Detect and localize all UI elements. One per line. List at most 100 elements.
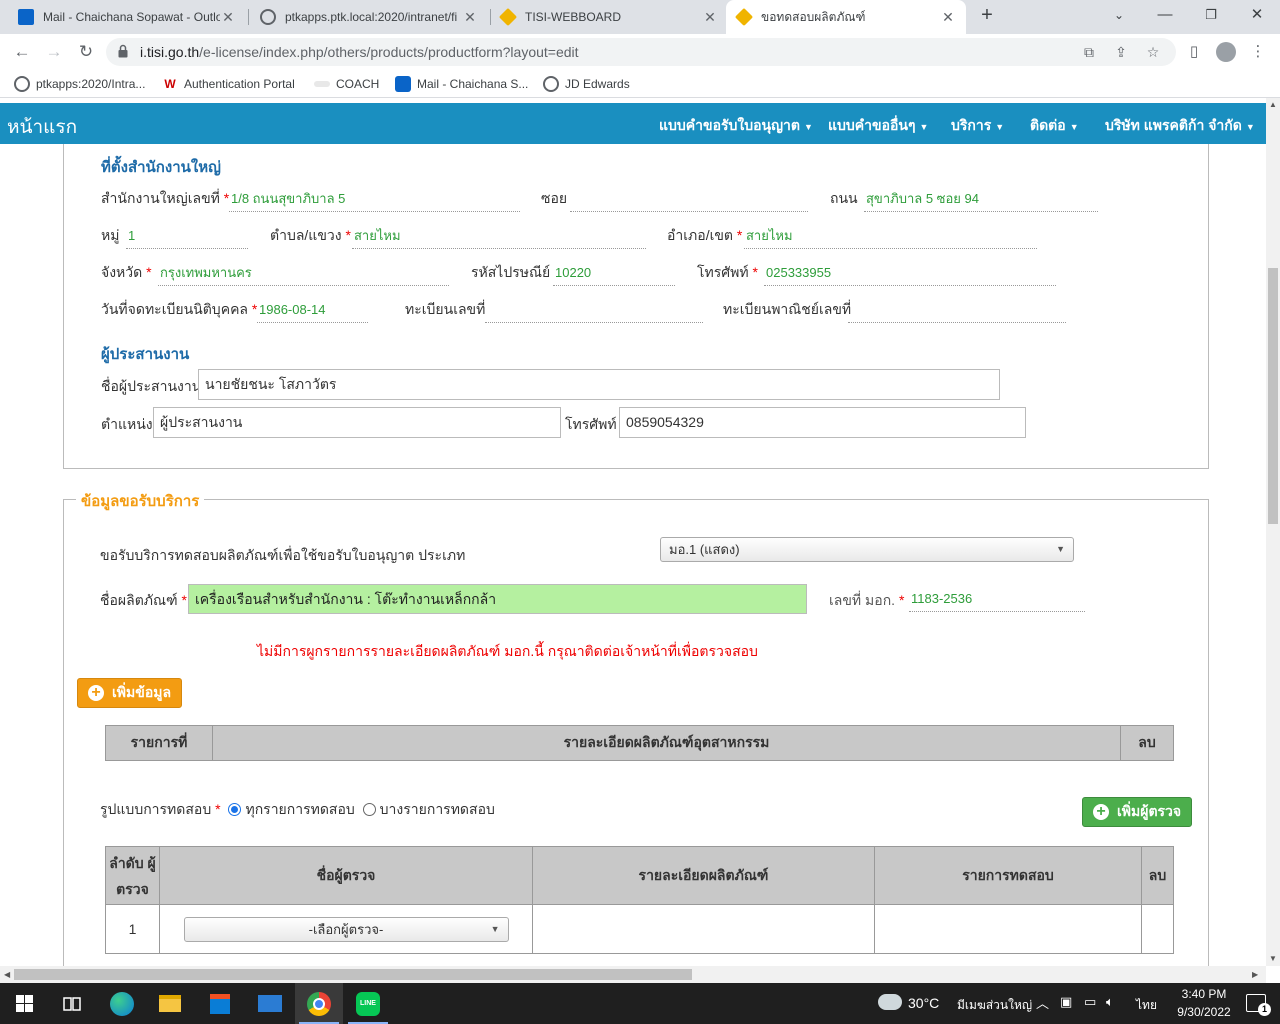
- tab-title: ptkapps.ptk.local:2020/intranet/fi: [285, 10, 458, 24]
- share-icon[interactable]: ⇪: [1112, 43, 1130, 61]
- tis-no-field[interactable]: 1183-2536: [909, 585, 1085, 612]
- tab-divider: [248, 9, 249, 25]
- horizontal-scroll-thumb[interactable]: [14, 969, 692, 980]
- close-tab-icon[interactable]: ✕: [940, 9, 956, 26]
- chrome-taskbar-button[interactable]: [295, 983, 343, 1024]
- minimize-button[interactable]: —: [1142, 0, 1188, 32]
- district-label: อำเภอ/เขต *: [667, 225, 742, 247]
- line-icon: LINE: [356, 991, 380, 1016]
- line-taskbar-button[interactable]: LINE: [344, 983, 392, 1024]
- row-number: 1: [105, 904, 160, 954]
- display-icon[interactable]: ▭: [1084, 994, 1096, 1010]
- vertical-scroll-thumb[interactable]: [1268, 268, 1278, 524]
- restore-button[interactable]: ❐: [1188, 0, 1234, 32]
- required-mark: *: [898, 592, 905, 608]
- weather-text[interactable]: มีเมฆส่วนใหญ่: [957, 996, 1032, 1015]
- province-field[interactable]: กรุงเทพมหานคร: [158, 259, 449, 286]
- province-label: จังหวัด *: [101, 262, 152, 284]
- add-inspector-button[interactable]: + เพิ่มผู้ตรวจ: [1082, 797, 1192, 827]
- bookmark-label: JD Edwards: [565, 77, 630, 91]
- radio-all-tests[interactable]: [228, 803, 242, 816]
- address-bar[interactable]: i.tisi.go.th/e-license/index.php/others/…: [106, 38, 1176, 66]
- scroll-up-icon[interactable]: ▲: [1269, 100, 1277, 109]
- speaker-muted-icon[interactable]: 🔈︎: [1106, 994, 1114, 1010]
- weather-temp[interactable]: 30°C: [908, 995, 939, 1011]
- windows-taskbar: LINE 30°C มีเมฆส่วนใหญ่ ︿ ▣ ▭ 🔈︎ ไทย 3:4…: [0, 983, 1280, 1024]
- menu-company[interactable]: บริษัท แพรคติก้า จำกัด ▼: [1105, 115, 1255, 137]
- close-window-button[interactable]: ✕: [1234, 0, 1280, 32]
- bookmark-item[interactable]: W Authentication Portal: [162, 75, 295, 93]
- menu-license-request[interactable]: แบบคำขอรับใบอนุญาต ▼: [659, 115, 813, 137]
- menu-services[interactable]: บริการ ▼: [951, 115, 1004, 137]
- chevron-up-icon[interactable]: ︿: [1036, 993, 1049, 1012]
- subdistrict-field[interactable]: สายไหม: [352, 222, 646, 249]
- close-tab-icon[interactable]: ✕: [702, 9, 718, 26]
- moo-field[interactable]: 1: [126, 222, 248, 249]
- vertical-scrollbar[interactable]: ▲ ▼: [1266, 98, 1280, 966]
- task-view-button[interactable]: [48, 983, 96, 1024]
- explorer-taskbar-button[interactable]: [146, 983, 194, 1024]
- coordinator-name-input[interactable]: นายชัยชนะ โสภาวัตร: [198, 369, 1000, 400]
- clock-date[interactable]: 9/30/2022: [1166, 1005, 1242, 1019]
- store-icon: [210, 993, 230, 1014]
- url-domain: i.tisi.go.th: [140, 44, 200, 60]
- language-indicator[interactable]: ไทย: [1136, 996, 1157, 1015]
- reload-button[interactable]: ↻: [74, 40, 98, 64]
- translate-icon[interactable]: ⧉: [1080, 43, 1098, 61]
- address-no-field[interactable]: 1/8 ถนนสุขาภิบาล 5: [229, 185, 520, 212]
- add-data-button[interactable]: + เพิ่มข้อมูล: [77, 678, 182, 708]
- zipcode-field[interactable]: 10220: [553, 259, 675, 286]
- start-button[interactable]: [0, 983, 48, 1024]
- new-tab-button[interactable]: +: [976, 4, 998, 30]
- coordinator-position-input[interactable]: ผู้ประสานงาน: [153, 407, 561, 438]
- inspector-select[interactable]: -เลือกผู้ตรวจ- ▼: [183, 916, 509, 942]
- browser-tab-active[interactable]: ขอทดสอบผลิตภัณฑ์ ✕: [726, 0, 966, 34]
- close-tab-icon[interactable]: ✕: [462, 9, 478, 26]
- lock-icon: [118, 44, 128, 58]
- home-link[interactable]: หน้าแรก: [7, 112, 77, 142]
- back-button[interactable]: ←: [10, 40, 34, 64]
- menu-kebab-icon[interactable]: ⋮: [1248, 42, 1268, 62]
- bookmark-star-icon[interactable]: ☆: [1144, 43, 1162, 61]
- scroll-right-icon[interactable]: ▶: [1252, 970, 1258, 979]
- radio-some-tests[interactable]: [362, 803, 376, 816]
- side-panel-icon[interactable]: ▯: [1184, 42, 1204, 62]
- menu-contact[interactable]: ติดต่อ ▼: [1030, 115, 1079, 137]
- coordinator-position-label: ตำแหน่ง: [101, 416, 153, 432]
- required-mark: *: [345, 227, 351, 243]
- district-field[interactable]: สายไหม: [744, 222, 1037, 249]
- browser-tab-outlook[interactable]: Mail - Chaichana Sopawat - Outlo ✕: [8, 0, 246, 34]
- tab-search-icon[interactable]: ⌄: [1096, 0, 1142, 32]
- scroll-down-icon[interactable]: ▼: [1269, 954, 1277, 963]
- edge-taskbar-button[interactable]: [98, 983, 146, 1024]
- store-taskbar-button[interactable]: [196, 983, 244, 1024]
- menu-other-requests[interactable]: แบบคำขออื่นๆ ▼: [828, 115, 928, 137]
- bookmark-item[interactable]: COACH: [314, 75, 379, 93]
- page-content: ที่ตั้งสำนักงานใหญ่ สำนักงานใหญ่เลขที่ *…: [0, 144, 1266, 966]
- bookmark-item[interactable]: Mail - Chaichana S...: [395, 75, 528, 93]
- service-type-select[interactable]: มอ.1 (แสดง) ▼: [660, 537, 1074, 562]
- address-no-label-text: สำนักงานใหญ่เลขที่: [101, 190, 220, 206]
- mail-taskbar-button[interactable]: [246, 983, 294, 1024]
- col-header-item-no: รายการที่: [105, 725, 213, 761]
- browser-tab-webboard[interactable]: TISI-WEBBOARD ✕: [490, 0, 728, 34]
- coordinator-phone-input[interactable]: 0859054329: [619, 407, 1026, 438]
- close-tab-icon[interactable]: ✕: [220, 9, 236, 26]
- windows-logo-icon: [15, 995, 33, 1012]
- clock-time[interactable]: 3:40 PM: [1168, 987, 1240, 1001]
- road-field[interactable]: สุขาภิบาล 5 ซอย 94: [864, 185, 1098, 212]
- forward-button[interactable]: →: [42, 40, 66, 64]
- horizontal-scrollbar[interactable]: ◀ ▶: [0, 966, 1266, 983]
- bookmark-item[interactable]: ptkapps:2020/Intra...: [14, 75, 145, 93]
- profile-avatar[interactable]: [1216, 42, 1236, 62]
- network-icon[interactable]: ▣: [1060, 994, 1072, 1010]
- reg-no-field[interactable]: [485, 296, 703, 323]
- scroll-left-icon[interactable]: ◀: [4, 970, 10, 979]
- browser-tab-intranet[interactable]: ptkapps.ptk.local:2020/intranet/fi ✕: [250, 0, 488, 34]
- bookmark-item[interactable]: JD Edwards: [543, 75, 630, 93]
- soi-field[interactable]: [570, 185, 808, 212]
- product-name-input[interactable]: เครื่องเรือนสำหรับสำนักงาน : โต๊ะทำงานเห…: [188, 584, 807, 614]
- reg-date-field[interactable]: 1986-08-14: [257, 296, 368, 323]
- phone-field[interactable]: 025333955: [764, 259, 1056, 286]
- commerce-no-field[interactable]: [848, 296, 1066, 323]
